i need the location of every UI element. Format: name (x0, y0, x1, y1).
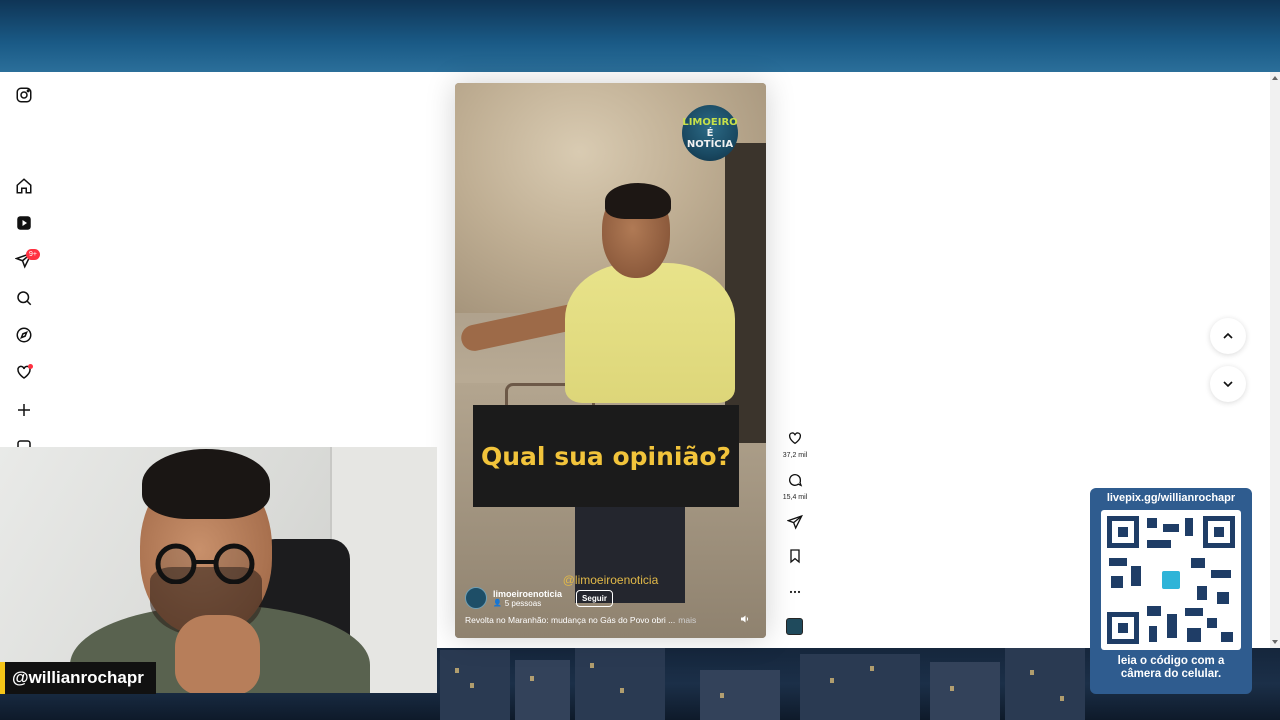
next-reel-button[interactable] (1210, 366, 1246, 402)
page-scrollbar[interactable] (1270, 72, 1280, 648)
bookmark-icon[interactable] (787, 548, 803, 564)
webcam-overlay (0, 447, 437, 693)
share-icon[interactable] (786, 514, 803, 530)
audio-thumbnail[interactable] (786, 618, 803, 635)
comments-count: 15,4 mil (782, 494, 808, 501)
save-action[interactable] (780, 548, 810, 569)
reel-info: limoeiroenoticia 👤 5 pessoas Seguir Revo… (465, 587, 760, 625)
heart-icon[interactable] (787, 430, 803, 446)
more-dots-icon[interactable] (787, 584, 803, 600)
streamer-handle-tag: @willianrochapr (0, 662, 156, 694)
chevron-up-icon (1223, 332, 1233, 339)
channel-logo-watermark: LIMOEIRO É NOTÍCIA (682, 105, 738, 161)
instagram-logo-icon[interactable] (14, 85, 34, 105)
likes-count: 37,2 mil (782, 452, 808, 459)
more-options-action[interactable] (780, 584, 810, 605)
previous-reel-button[interactable] (1210, 318, 1246, 354)
reel-description: Revolta no Maranhão: mudança no Gás do P… (465, 615, 697, 625)
more-link[interactable]: mais (678, 615, 696, 625)
home-icon[interactable] (14, 176, 34, 196)
followers-count: 5 pessoas (504, 598, 542, 608)
video-watermark-handle: @limoeiroenoticia (562, 573, 659, 587)
create-plus-icon[interactable] (14, 400, 34, 420)
like-action[interactable]: 37,2 mil (780, 430, 810, 459)
glasses (155, 543, 255, 584)
account-username[interactable]: limoeiroenoticia (493, 589, 562, 599)
qr-code (1101, 510, 1241, 650)
explore-compass-icon[interactable] (14, 325, 34, 345)
comment-icon[interactable] (787, 472, 803, 488)
comment-action[interactable]: 15,4 mil (780, 472, 810, 501)
qr-instruction: leia o código com a câmera do celular. (1117, 655, 1225, 680)
search-icon[interactable] (14, 288, 34, 308)
livepix-qr-card: livepix.gg/willianrochapr leia o código … (1090, 488, 1252, 694)
stream-top-band (0, 0, 1280, 72)
reels-icon[interactable] (14, 213, 34, 233)
person-icon: 👤 (493, 600, 502, 607)
notification-dot (28, 364, 33, 369)
reel-video[interactable]: LIMOEIRO É NOTÍCIA Qual sua opinião? @li… (455, 83, 766, 638)
livepix-logo-icon (1159, 568, 1183, 592)
follow-button[interactable]: Seguir (576, 589, 613, 607)
notification-badge: 9+ (26, 249, 40, 260)
audio-icon[interactable] (739, 613, 751, 625)
account-avatar[interactable] (465, 587, 487, 609)
qr-url: livepix.gg/willianrochapr (1106, 492, 1236, 504)
caption-overlay: Qual sua opinião? (473, 405, 739, 507)
chevron-down-icon (1223, 381, 1233, 388)
share-action[interactable] (780, 514, 810, 535)
